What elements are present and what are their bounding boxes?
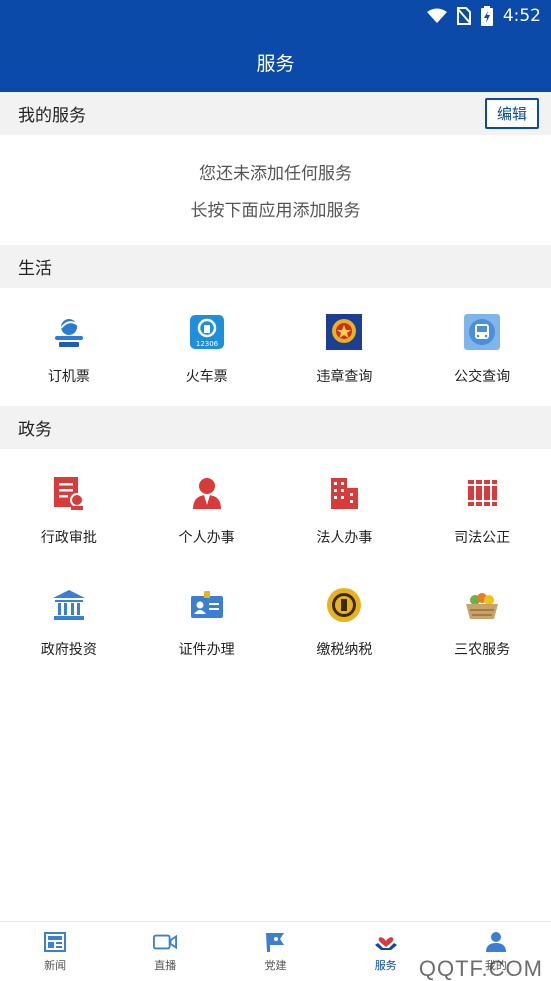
building-icon: [324, 473, 364, 513]
life-services-grid: 订机票 12306 火车票 违章查询 公交查询: [0, 288, 551, 400]
service-label: 政府投资: [40, 642, 97, 658]
service-train-ticket[interactable]: 12306 火车票: [138, 288, 276, 400]
gov-section-title: 政务: [18, 420, 52, 440]
government-building-icon: [49, 585, 89, 625]
life-section-title: 生活: [18, 259, 52, 279]
service-label: 三农服务: [454, 642, 511, 658]
service-label: 法人办事: [316, 530, 373, 546]
party-flag-icon: [263, 931, 287, 953]
service-admin-approval[interactable]: 行政审批: [0, 449, 138, 561]
service-certificate-handling[interactable]: 证件办理: [138, 561, 276, 673]
service-label: 火车票: [185, 369, 228, 385]
nav-live[interactable]: 直播: [110, 922, 220, 981]
service-label: 证件办理: [178, 642, 235, 658]
status-time: 4:52: [502, 6, 541, 26]
service-page: 4:52 服务 我的服务 编辑 您还未添加任何服务 长按下面应用添加服务 生活 …: [0, 0, 551, 981]
bus-icon: [462, 312, 502, 352]
law-books-icon: [462, 473, 502, 513]
tax-emblem-icon: [324, 585, 364, 625]
page-title: 服务: [0, 32, 551, 92]
police-badge-icon: [324, 312, 364, 352]
gov-section-header: 政务: [0, 406, 551, 449]
service-label: 违章查询: [316, 369, 373, 385]
edit-button[interactable]: 编辑: [484, 98, 539, 129]
produce-basket-icon: [462, 585, 502, 625]
service-label: 订机票: [47, 369, 90, 385]
service-label: 个人办事: [178, 530, 235, 546]
watermark: QQTF.COM: [418, 956, 543, 981]
service-label: 行政审批: [40, 530, 97, 546]
no-sim-icon: [456, 7, 471, 25]
service-label: 缴税纳税: [316, 642, 373, 658]
service-legal-person-affairs[interactable]: 法人办事: [276, 449, 414, 561]
battery-charging-icon: [480, 6, 493, 26]
ctrip-icon: [49, 312, 89, 352]
service-tax-payment[interactable]: 缴税纳税: [276, 561, 414, 673]
service-label: 公交查询: [454, 369, 511, 385]
nav-label: 直播: [154, 958, 177, 972]
nav-news[interactable]: 新闻: [0, 922, 110, 981]
id-card-icon: [187, 585, 227, 625]
my-services-header: 我的服务 编辑: [0, 92, 551, 135]
nav-label: 新闻: [44, 958, 67, 972]
service-book-flight[interactable]: 订机票: [0, 288, 138, 400]
gov-services-grid: 行政审批 个人办事 法人办事 司法公正 政府投资 证件办理 缴税纳税 三农服务: [0, 449, 551, 673]
nav-label: 党建: [264, 958, 287, 972]
approval-document-icon: [49, 473, 89, 513]
nav-party[interactable]: 党建: [220, 922, 330, 981]
user-icon: [484, 931, 508, 953]
empty-hint-line2: 长按下面应用添加服务: [190, 201, 361, 221]
service-agriculture[interactable]: 三农服务: [413, 561, 551, 673]
train-icon-text: 12306: [195, 340, 218, 348]
news-icon: [43, 931, 67, 953]
video-camera-icon: [153, 931, 178, 953]
service-government-investment[interactable]: 政府投资: [0, 561, 138, 673]
my-services-title: 我的服务: [18, 106, 86, 126]
wifi-icon: [426, 8, 447, 24]
train-12306-icon: 12306: [187, 312, 227, 352]
empty-hint-line1: 您还未添加任何服务: [199, 164, 352, 184]
nav-label: 服务: [374, 958, 397, 972]
service-violation-query[interactable]: 违章查询: [276, 288, 414, 400]
service-judicial-justice[interactable]: 司法公正: [413, 449, 551, 561]
service-label: 司法公正: [454, 530, 511, 546]
person-icon: [187, 473, 227, 513]
service-hands-icon: [374, 931, 398, 953]
status-bar: 4:52: [0, 0, 551, 32]
service-bus-query[interactable]: 公交查询: [413, 288, 551, 400]
life-section-header: 生活: [0, 245, 551, 288]
service-personal-affairs[interactable]: 个人办事: [138, 449, 276, 561]
empty-services-hint: 您还未添加任何服务 长按下面应用添加服务: [0, 135, 551, 245]
